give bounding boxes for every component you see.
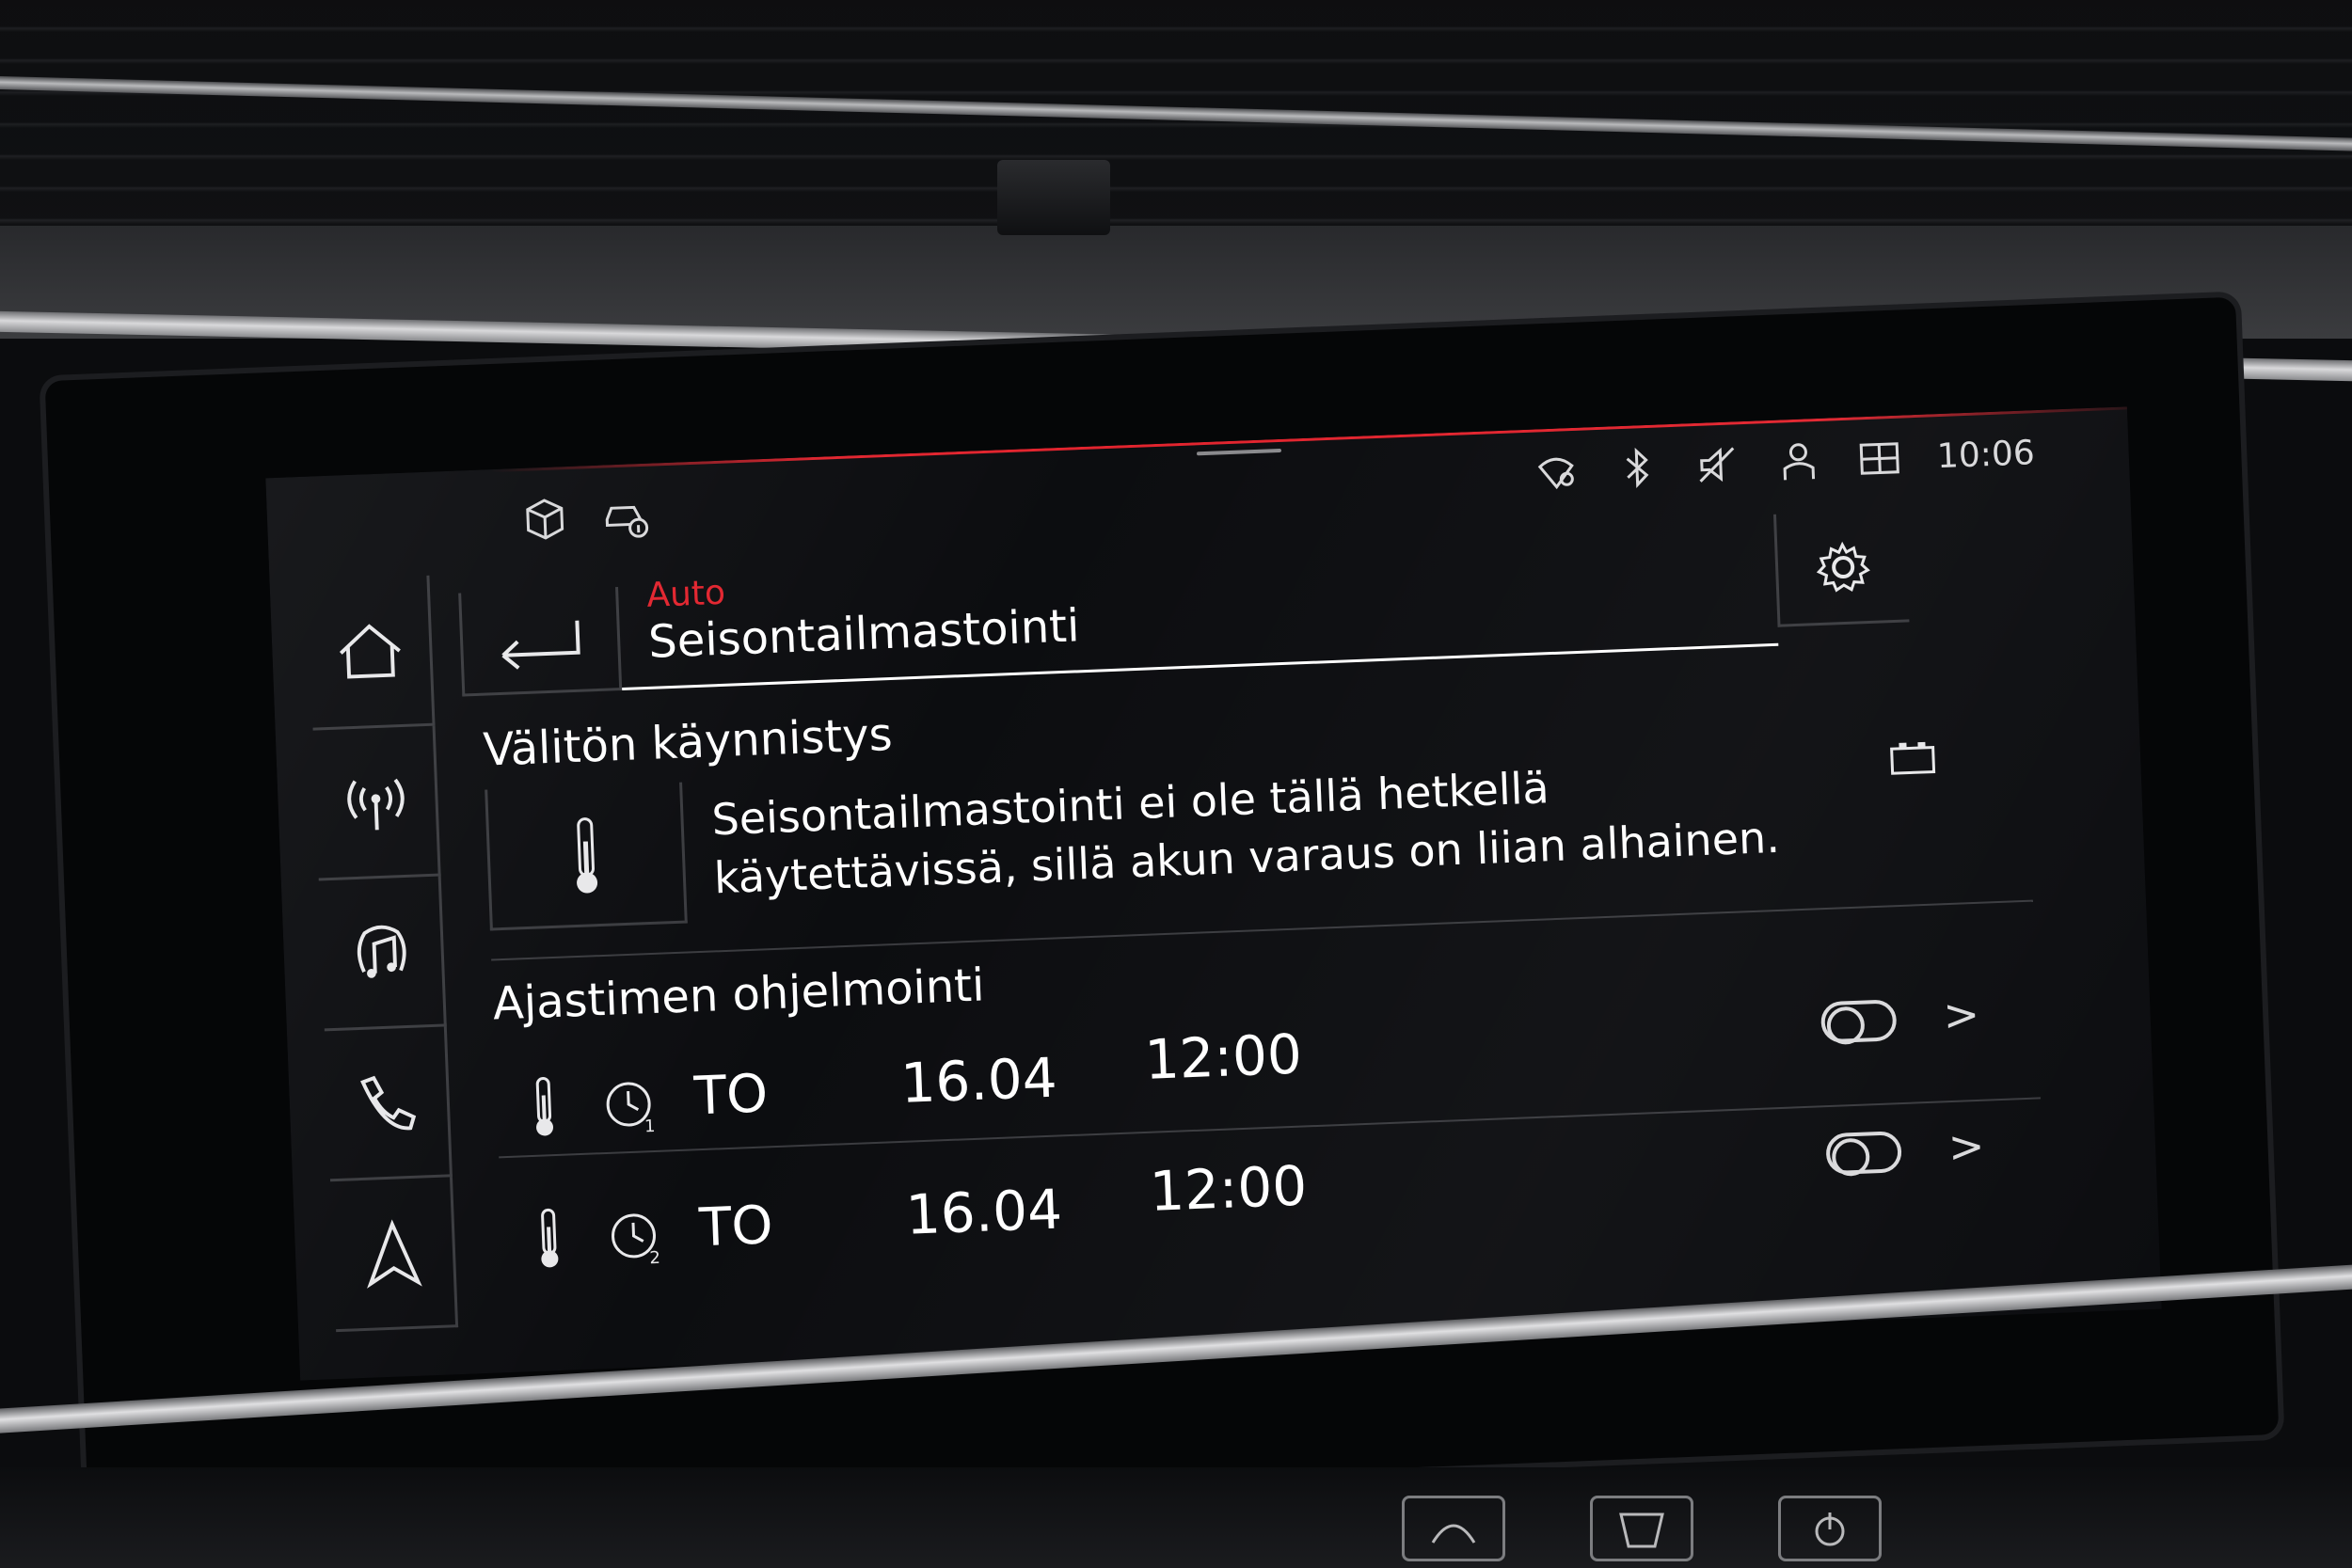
timer-date: 16.04 <box>899 1045 1058 1116</box>
connect-location-icon <box>1532 447 1581 496</box>
thermometer-icon <box>541 1208 559 1268</box>
immediate-start-title: Välitön käynnistys <box>482 708 894 777</box>
clock: 10:06 <box>1936 433 2036 476</box>
immediate-start-button[interactable] <box>485 782 688 931</box>
power-icon <box>1815 1513 1845 1546</box>
timer-index: 1 <box>644 1117 656 1136</box>
car-info-icon[interactable] <box>601 492 650 541</box>
defrost-icon <box>1431 1524 1476 1544</box>
timer-programming-title: Ajastimen ohjelmointi <box>491 958 986 1031</box>
timer-1-clock-icon: 1 <box>606 1082 656 1136</box>
timer-day: TO <box>698 1195 774 1259</box>
lower-control-panel <box>0 1467 2352 1568</box>
windscreen-icon <box>1619 1513 1664 1548</box>
timer-index: 2 <box>649 1248 660 1268</box>
timer-2-toggle[interactable] <box>1825 1131 1902 1176</box>
lower-buttons <box>1402 1496 1882 1561</box>
timer-1-toggle[interactable] <box>1820 999 1898 1044</box>
mute-icon <box>1693 440 1742 489</box>
music-icon <box>357 925 406 978</box>
timer-time: 12:00 <box>1148 1153 1309 1224</box>
nav-radio-button[interactable] <box>312 725 441 881</box>
wiper-button[interactable] <box>1590 1496 1693 1561</box>
timer-1-chevron-icon[interactable]: > <box>1942 989 1980 1040</box>
nav-media-button[interactable] <box>318 876 447 1032</box>
gear-icon <box>1816 541 1870 593</box>
back-button[interactable] <box>458 587 623 697</box>
nav-navigation-button[interactable] <box>330 1177 459 1333</box>
notice-message: Seisontailmastointi ei ole tällä hetkell… <box>710 745 1899 907</box>
timer-date: 16.04 <box>904 1177 1064 1247</box>
settings-button[interactable] <box>1772 509 1910 627</box>
phone-icon <box>359 1075 416 1130</box>
bluetooth-icon <box>1613 443 1661 492</box>
status-right: 10:06 <box>1532 429 2035 495</box>
antenna-icon <box>346 778 405 830</box>
timer-2-chevron-icon[interactable]: > <box>1947 1120 1986 1172</box>
battery-icon <box>1890 741 1936 775</box>
timer-day: TO <box>692 1063 770 1128</box>
timer-2-clock-icon: 2 <box>612 1213 660 1268</box>
user-icon <box>1774 437 1823 486</box>
back-arrow-icon <box>501 620 580 670</box>
thermometer-icon <box>535 1077 554 1136</box>
data-icon <box>1855 435 1904 483</box>
thermometer-icon <box>577 816 598 894</box>
defrost-button[interactable] <box>1402 1496 1505 1561</box>
infotainment-screen: 10:06 Auto Seisontailmastointi Välitön k… <box>265 406 2162 1381</box>
cube-icon[interactable] <box>520 495 569 544</box>
navigation-arrow-icon <box>366 1218 422 1289</box>
timer-time: 12:00 <box>1143 1022 1304 1092</box>
screen-power-button[interactable] <box>1778 1496 1882 1561</box>
dashboard-top <box>0 0 2352 339</box>
nav-home-button[interactable] <box>307 575 436 731</box>
status-left <box>520 492 650 544</box>
home-icon <box>339 623 401 678</box>
breadcrumb[interactable]: Auto <box>646 574 726 615</box>
nav-phone-button[interactable] <box>324 1026 453 1182</box>
pull-down-handle[interactable] <box>1196 448 1282 456</box>
vent-clip <box>997 160 1110 235</box>
main-navigation <box>307 575 459 1333</box>
